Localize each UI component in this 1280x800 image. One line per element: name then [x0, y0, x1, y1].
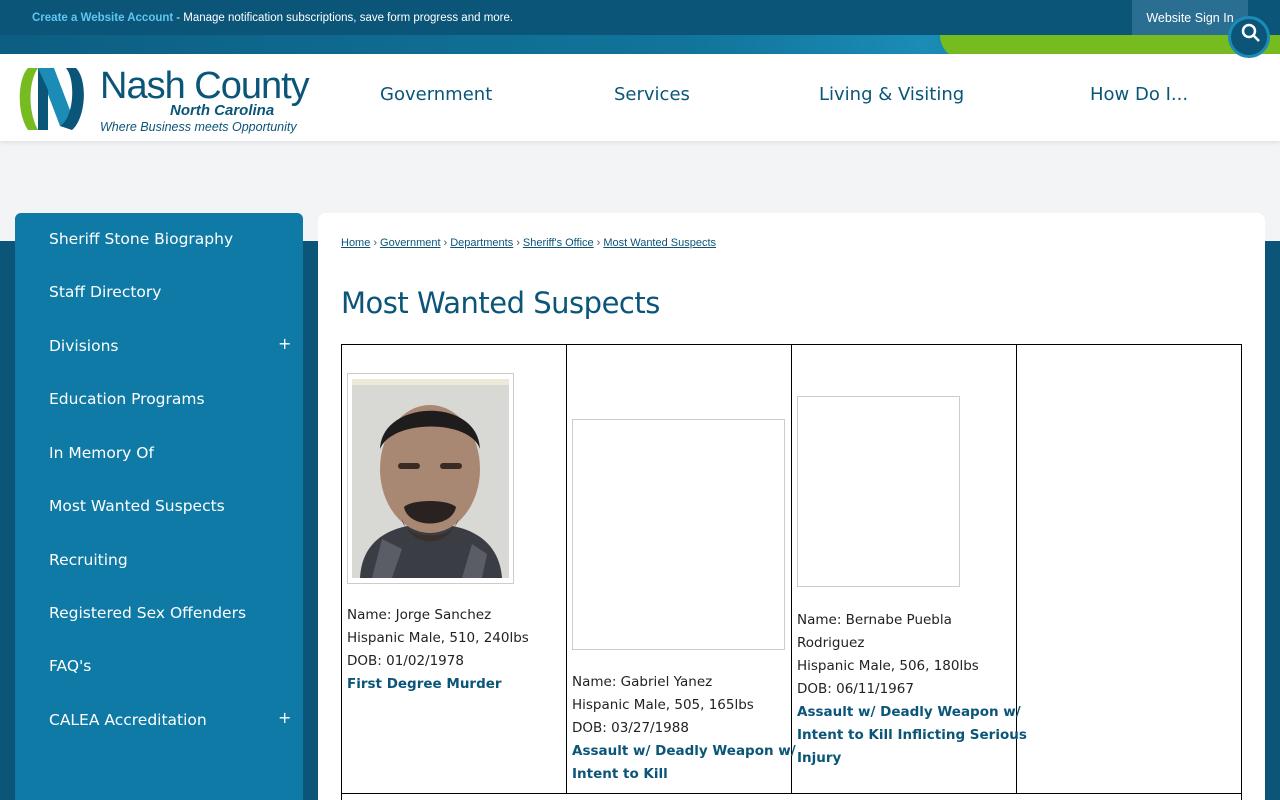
suspect-cell-4: [1017, 345, 1241, 794]
suspect-name: Name: Jorge Sanchez: [347, 607, 492, 623]
suspect-info-2: Name: Gabriel Yanez Hispanic Male, 505, …: [572, 671, 796, 786]
logo-title: Nash County: [100, 65, 310, 107]
site-header: Nash County North Carolina Where Busines…: [0, 54, 1280, 141]
logo-subtitle: North Carolina: [170, 102, 275, 119]
divisions-expand-icon[interactable]: +: [278, 334, 291, 353]
suspect-description: Hispanic Male, 510, 240lbs: [347, 630, 529, 646]
suspect-crime-line-3: Injury: [797, 750, 842, 766]
notification-message: - Manage notification subscriptions, sav…: [176, 11, 514, 24]
suspect-dob: DOB: 06/11/1967: [797, 681, 914, 697]
suspect-cell-2: Name: Gabriel Yanez Hispanic Male, 505, …: [567, 345, 796, 794]
suspect-name: Name: Bernabe Puebla: [797, 612, 952, 628]
suspect-mugshot-image: [352, 379, 509, 578]
logo-n-icon: [19, 68, 84, 130]
nav-how-do-i[interactable]: How Do I...: [1090, 84, 1188, 105]
nav-services[interactable]: Services: [614, 84, 690, 105]
breadcrumb-departments[interactable]: Departments: [450, 237, 513, 249]
sidebar-item-recruiting[interactable]: Recruiting: [49, 551, 128, 569]
breadcrumb-sheriffs-office[interactable]: Sheriff's Office: [523, 237, 594, 249]
sidebar-nav: Sheriff Stone Biography Staff Directory …: [15, 213, 303, 800]
sidebar-item-most-wanted-suspects[interactable]: Most Wanted Suspects: [49, 497, 225, 515]
notification-bar: Create a Website Account - Manage notifi…: [0, 0, 1280, 35]
suspect-crime-line-1: Assault w/ Deadly Weapon w/: [797, 704, 1021, 720]
sidebar-item-staff-directory[interactable]: Staff Directory: [49, 283, 161, 301]
suspect-cell-3: Name: Bernabe Puebla Rodriguez Hispanic …: [792, 345, 1027, 794]
calea-expand-icon[interactable]: +: [278, 708, 291, 727]
main-navigation: Government Services Living & Visiting Ho…: [320, 54, 1280, 141]
suspect-description: Hispanic Male, 506, 180lbs: [797, 658, 979, 674]
suspect-crime-line-1: Assault w/ Deadly Weapon w/: [572, 743, 796, 759]
create-account-link[interactable]: Create a Website Account: [32, 12, 173, 24]
nav-government[interactable]: Government: [380, 84, 492, 105]
sidebar-item-education-programs[interactable]: Education Programs: [49, 390, 205, 408]
suspect-photo-bernabe-puebla-rodriguez[interactable]: [797, 396, 960, 587]
suspect-photo-gabriel-yanez[interactable]: [572, 419, 785, 650]
suspect-description: Hispanic Male, 505, 165lbs: [572, 697, 754, 713]
suspect-info-3: Name: Bernabe Puebla Rodriguez Hispanic …: [797, 609, 1027, 770]
nav-living-visiting[interactable]: Living & Visiting: [819, 84, 964, 105]
sidebar-item-faqs[interactable]: FAQ's: [49, 657, 91, 675]
suspect-crime: First Degree Murder: [347, 676, 502, 692]
nash-county-logo[interactable]: Nash County North Carolina Where Busines…: [14, 60, 310, 138]
suspect-info-1: Name: Jorge Sanchez Hispanic Male, 510, …: [347, 604, 529, 696]
suspect-dob: DOB: 01/02/1978: [347, 653, 464, 669]
breadcrumb-most-wanted-suspects[interactable]: Most Wanted Suspects: [603, 237, 716, 249]
breadcrumb-government[interactable]: Government: [380, 237, 441, 249]
sidebar-item-registered-sex-offenders[interactable]: Registered Sex Offenders: [49, 604, 246, 622]
table-row-divider: [342, 793, 1241, 794]
suspect-dob: DOB: 03/27/1988: [572, 720, 689, 736]
sidebar-item-calea-accreditation[interactable]: CALEA Accreditation: [49, 711, 207, 729]
suspect-crime-line-2: Intent to Kill: [572, 766, 668, 782]
breadcrumb-home[interactable]: Home: [341, 237, 370, 249]
suspect-crime-line-2: Intent to Kill Inflicting Serious: [797, 727, 1027, 743]
suspect-photo-jorge-sanchez[interactable]: [347, 373, 514, 584]
suspects-table: Name: Jorge Sanchez Hispanic Male, 510, …: [341, 344, 1242, 800]
sidebar-item-in-memory-of[interactable]: In Memory Of: [49, 444, 154, 462]
sidebar-item-sheriff-stone-biography[interactable]: Sheriff Stone Biography: [49, 230, 233, 248]
search-icon: [1241, 23, 1260, 42]
sidebar-item-divisions[interactable]: Divisions: [49, 337, 119, 355]
search-button[interactable]: [1228, 16, 1270, 58]
logo-tagline: Where Business meets Opportunity: [100, 120, 297, 134]
main-content: Home › Government › Departments › Sheriff's Of…: [318, 213, 1265, 800]
suspect-cell-1: Name: Jorge Sanchez Hispanic Male, 510, …: [342, 345, 567, 794]
breadcrumb: Home › Government › Departments › Sheriff's Of…: [341, 237, 717, 249]
suspect-name-line-2: Rodriguez: [797, 635, 865, 651]
suspect-name: Name: Gabriel Yanez: [572, 674, 713, 690]
page-title: Most Wanted Suspects: [341, 286, 660, 320]
